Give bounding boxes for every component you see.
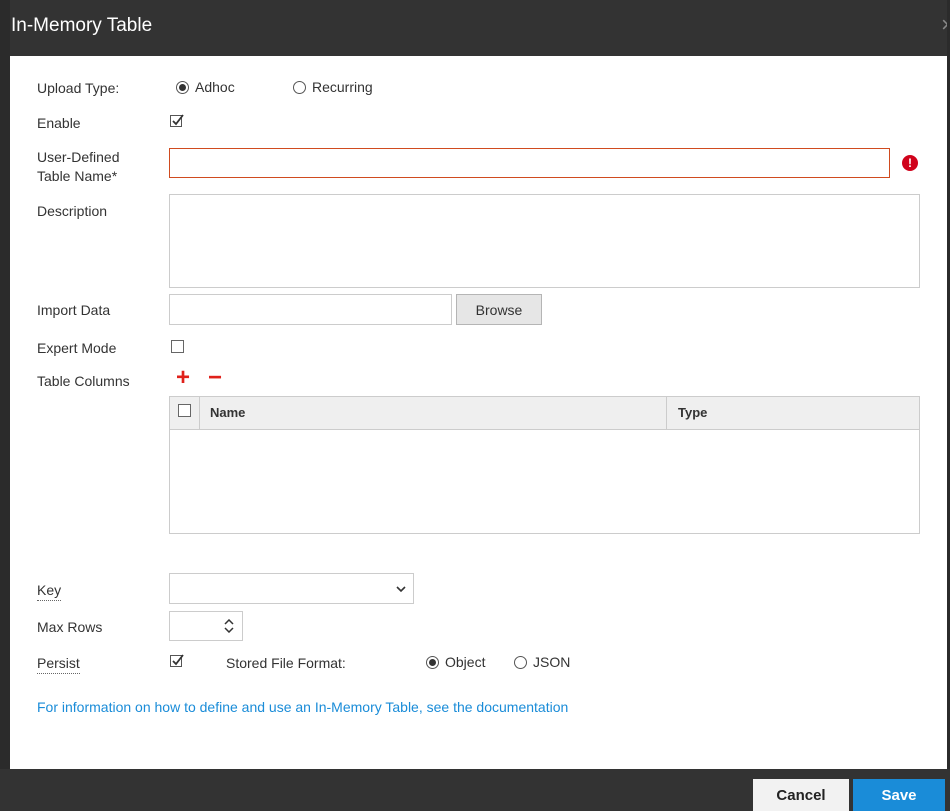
radio-selected-icon <box>426 655 439 669</box>
radio-unselected-icon <box>514 655 527 669</box>
chevron-down-icon <box>396 586 406 593</box>
upload-type-recurring-radio[interactable]: Recurring <box>293 79 373 95</box>
browse-button[interactable]: Browse <box>456 294 542 325</box>
dialog-titlebar: In-Memory Table × <box>0 0 950 56</box>
format-object-radio[interactable]: Object <box>426 654 485 670</box>
key-select[interactable] <box>169 573 414 604</box>
column-separator <box>666 397 667 430</box>
upload-type-adhoc-radio[interactable]: Adhoc <box>176 79 235 95</box>
add-column-icon[interactable]: + <box>176 364 190 392</box>
enable-checkbox[interactable] <box>170 114 184 127</box>
table-columns-label: Table Columns <box>37 373 130 389</box>
expert-mode-checkbox[interactable] <box>171 340 184 353</box>
description-label: Description <box>37 203 108 219</box>
table-name-label-line2: Table Name* <box>37 168 118 184</box>
max-rows-stepper[interactable] <box>169 611 243 641</box>
checkmark-icon <box>170 114 184 127</box>
expert-mode-label: Expert Mode <box>37 340 117 356</box>
radio-unselected-icon <box>293 80 306 94</box>
adhoc-label: Adhoc <box>195 79 235 95</box>
upload-type-label: Upload Type: <box>37 80 120 96</box>
column-separator <box>199 397 200 430</box>
remove-column-icon[interactable]: − <box>208 364 222 392</box>
column-header-name[interactable]: Name <box>210 405 245 420</box>
format-json-radio[interactable]: JSON <box>514 654 570 670</box>
persist-label: Persist <box>37 654 80 674</box>
columns-table: Name Type <box>169 396 920 534</box>
json-label: JSON <box>533 654 571 670</box>
recurring-label: Recurring <box>312 79 373 95</box>
stepper-arrows-icon[interactable] <box>224 619 234 633</box>
key-label: Key <box>37 581 62 601</box>
documentation-link[interactable]: For information on how to define and use… <box>37 699 568 715</box>
error-icon: ! <box>902 155 918 171</box>
columns-table-header: Name Type <box>170 397 919 430</box>
select-all-checkbox[interactable] <box>178 404 191 417</box>
table-name-label-line1: User-Defined <box>37 149 120 165</box>
radio-selected-icon <box>176 80 189 94</box>
import-data-input[interactable] <box>169 294 452 325</box>
stored-file-format-label: Stored File Format: <box>226 655 346 671</box>
object-label: Object <box>445 654 486 670</box>
import-data-label: Import Data <box>37 302 111 318</box>
cancel-button[interactable]: Cancel <box>753 779 849 811</box>
persist-checkbox[interactable] <box>170 654 184 667</box>
dialog-title: In-Memory Table <box>11 15 153 36</box>
description-textarea[interactable] <box>169 194 920 288</box>
enable-label: Enable <box>37 115 81 131</box>
table-name-input[interactable] <box>169 148 890 178</box>
frame-left-border <box>0 0 10 811</box>
save-button[interactable]: Save <box>853 779 945 811</box>
checkmark-icon <box>170 654 184 667</box>
max-rows-label: Max Rows <box>37 619 103 635</box>
column-header-type[interactable]: Type <box>678 405 707 420</box>
